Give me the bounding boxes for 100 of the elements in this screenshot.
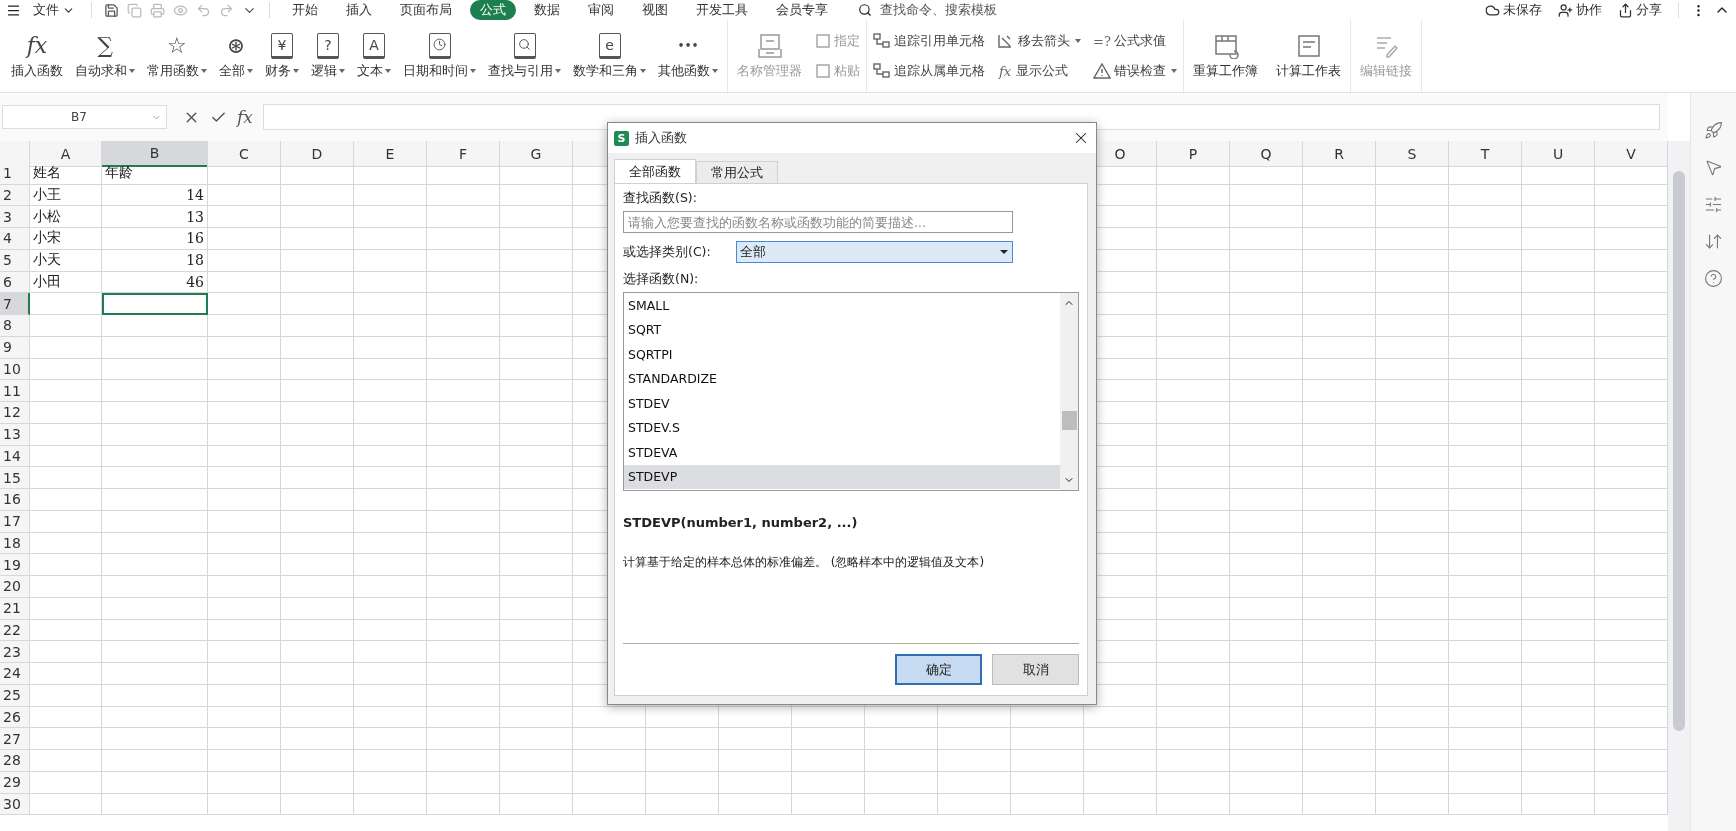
row-header[interactable]: 17 <box>0 510 30 533</box>
function-item[interactable]: SQRT <box>624 317 1060 342</box>
column-header[interactable]: C <box>208 141 281 167</box>
dialog-tab[interactable]: 全部函数 <box>614 159 696 184</box>
scrollbar-thumb[interactable] <box>1672 171 1685 731</box>
function-icon[interactable]: fx <box>237 107 253 127</box>
function-button[interactable]: ¥ 财务 <box>262 20 302 92</box>
menu-icon[interactable] <box>6 2 21 18</box>
ribbon-tab[interactable]: 审阅 <box>578 0 624 20</box>
search-field[interactable]: 请输入您要查找的函数名称或函数功能的简要描述... <box>623 211 1013 233</box>
row-header[interactable]: 7 <box>0 293 30 315</box>
function-item[interactable]: STDEV.S <box>624 415 1060 440</box>
cancel-button[interactable]: 取消 <box>992 654 1079 685</box>
column-header[interactable]: E <box>354 141 427 167</box>
function-button[interactable]: fx 插入函数 <box>8 20 66 92</box>
ribbon-small-button[interactable]: =? 公式求值 <box>1093 32 1177 50</box>
ribbon-small-button[interactable]: fx 显示公式 <box>997 62 1081 80</box>
category-select[interactable]: 全部 <box>736 241 1013 263</box>
row-header[interactable]: 11 <box>0 380 30 402</box>
row-header[interactable]: 4 <box>0 228 30 250</box>
function-item[interactable]: STDEVP <box>624 464 1060 489</box>
scrollbar-thumb[interactable] <box>1061 411 1077 430</box>
column-header[interactable]: S <box>1376 141 1449 167</box>
column-header[interactable]: A <box>30 141 102 167</box>
row-header[interactable]: 19 <box>0 554 30 576</box>
function-button[interactable]: ⊛ 全部 <box>216 20 256 92</box>
toolbar-action[interactable]: 分享 <box>1614 1 1666 19</box>
active-cell[interactable] <box>102 293 208 315</box>
column-header[interactable]: P <box>1157 141 1230 167</box>
row-header[interactable]: 18 <box>0 532 30 555</box>
file-menu[interactable]: 文件 <box>29 1 79 19</box>
function-item[interactable]: STDEVA <box>624 440 1060 465</box>
column-header[interactable]: T <box>1449 141 1522 167</box>
ribbon-tab[interactable]: 公式 <box>470 0 516 20</box>
dialog-tab[interactable]: 常用公式 <box>696 161 778 184</box>
row-header[interactable]: 13 <box>0 423 30 446</box>
ribbon-small-button[interactable]: 错误检查 <box>1093 62 1177 80</box>
column-header[interactable]: R <box>1303 141 1376 167</box>
column-header[interactable]: G <box>500 141 573 167</box>
row-header[interactable]: 6 <box>0 271 30 294</box>
function-button[interactable]: 日期和时间 <box>400 20 479 92</box>
row-header[interactable]: 16 <box>0 489 30 511</box>
calc-button[interactable]: 计算工作表 <box>1273 20 1344 92</box>
row-header[interactable]: 2 <box>0 184 30 207</box>
row-header[interactable]: 25 <box>0 684 30 707</box>
column-header[interactable]: Q <box>1230 141 1303 167</box>
ok-button[interactable]: 确定 <box>895 654 982 685</box>
calc-button[interactable]: 重算工作簿 <box>1190 20 1261 92</box>
name-box[interactable]: B7 <box>2 105 167 129</box>
ribbon-tab[interactable]: 页面布局 <box>390 0 462 20</box>
column-header[interactable]: F <box>427 141 500 167</box>
function-item[interactable]: STDEV <box>624 391 1060 416</box>
ribbon-tab[interactable]: 会员专享 <box>766 0 838 20</box>
list-scrollbar[interactable] <box>1060 293 1078 490</box>
function-button[interactable]: e 数学和三角 <box>570 20 649 92</box>
help-icon[interactable] <box>1703 269 1723 288</box>
function-button[interactable]: ∑ 自动求和 <box>72 20 138 92</box>
function-button[interactable]: ••• 其他函数 <box>655 20 721 92</box>
function-button[interactable]: 查找与引用 <box>485 20 564 92</box>
row-header[interactable]: 28 <box>0 750 30 772</box>
function-button[interactable]: ? 逻辑 <box>308 20 348 92</box>
ribbon-small-button[interactable]: 追踪引用单元格 <box>873 32 985 50</box>
column-header[interactable]: V <box>1595 141 1668 167</box>
function-button[interactable]: A 文本 <box>354 20 394 92</box>
ribbon-tab[interactable]: 开发工具 <box>686 0 758 20</box>
scrollbar[interactable] <box>1668 141 1690 831</box>
function-item[interactable]: SQRTPI <box>624 342 1060 367</box>
row-header[interactable]: 24 <box>0 663 30 685</box>
save-icon[interactable] <box>104 2 119 18</box>
row-header[interactable]: 14 <box>0 445 30 468</box>
row-header[interactable]: 8 <box>0 315 30 337</box>
row-header[interactable]: 15 <box>0 467 30 489</box>
ribbon-small-button[interactable]: 移去箭头 <box>997 32 1081 50</box>
row-header[interactable]: 22 <box>0 619 30 642</box>
row-header[interactable]: 12 <box>0 402 30 424</box>
column-header[interactable]: B <box>102 141 208 167</box>
row-header[interactable]: 23 <box>0 641 30 663</box>
toolbar-action[interactable]: 未保存 <box>1481 1 1546 19</box>
ribbon-tab[interactable]: 视图 <box>632 0 678 20</box>
row-header[interactable]: 5 <box>0 249 30 272</box>
row-header[interactable]: 21 <box>0 597 30 620</box>
function-item[interactable]: STANDARDIZE <box>624 366 1060 391</box>
sort-icon[interactable] <box>1703 232 1723 251</box>
row-header[interactable]: 20 <box>0 576 30 598</box>
ribbon-small-button[interactable]: 追踪从属单元格 <box>873 62 985 80</box>
function-item[interactable]: SMALL <box>624 293 1060 318</box>
row-header[interactable]: 9 <box>0 336 30 359</box>
row-header[interactable]: 29 <box>0 771 30 794</box>
toolbar-action[interactable]: 协作 <box>1554 1 1606 19</box>
row-header[interactable]: 30 <box>0 793 30 816</box>
row-header[interactable]: 27 <box>0 728 30 750</box>
row-header[interactable]: 3 <box>0 206 30 228</box>
column-header[interactable]: U <box>1522 141 1595 167</box>
rocket-icon[interactable] <box>1703 121 1723 140</box>
ribbon-tab[interactable]: 数据 <box>524 0 570 20</box>
sliders-icon[interactable] <box>1703 195 1723 214</box>
row-header[interactable]: 26 <box>0 706 30 729</box>
ribbon-tab[interactable]: 开始 <box>282 0 328 20</box>
row-header[interactable]: 10 <box>0 358 30 381</box>
command-search[interactable]: 查找命令、搜索模板 <box>880 1 997 19</box>
